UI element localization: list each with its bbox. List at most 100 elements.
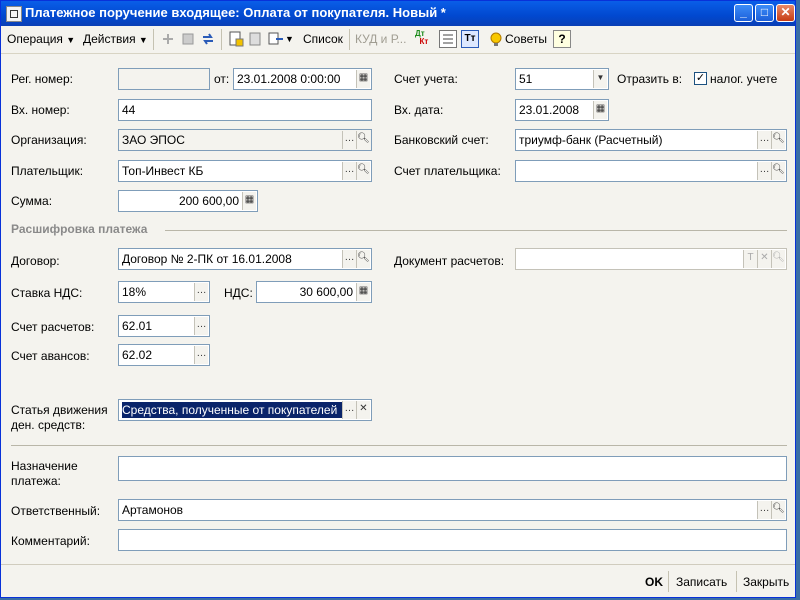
payer-value: Топ-Инвест КБ (122, 164, 204, 178)
list-button[interactable]: Список (303, 31, 343, 48)
payer-field[interactable]: Топ-Инвест КБ … 🔍︎ (118, 160, 372, 182)
footer: OK Записать Закрыть (1, 564, 795, 598)
select-ellipsis-icon[interactable]: … (757, 162, 771, 180)
close-form-button[interactable]: Закрыть (743, 572, 789, 592)
calendar-icon[interactable]: ▦ (356, 70, 370, 88)
responsible-field[interactable]: Артамонов … 🔍︎ (118, 499, 787, 521)
advance-account-field[interactable]: 62.02 … (118, 344, 210, 366)
responsible-value: Артамонов (122, 503, 184, 517)
settlement-doc-label: Документ расчетов: (394, 254, 505, 268)
bank-account-field[interactable]: триумф-банк (Расчетный) … 🔍︎ (515, 129, 787, 151)
advance-account-label: Счет авансов: (11, 349, 90, 363)
post-document-icon[interactable] (227, 30, 245, 48)
vat-value: 30 600,00 (299, 285, 353, 299)
refresh-icon[interactable] (199, 30, 217, 48)
payer-label: Плательщик: (11, 164, 84, 178)
date-from-field[interactable]: 23.01.2008 0:00:00 ▦ (233, 68, 372, 90)
select-ellipsis-icon[interactable]: … (342, 250, 356, 268)
window-title: Платежное поручение входящее: Оплата от … (25, 5, 446, 20)
settlement-account-value: 62.01 (122, 319, 153, 333)
search-icon[interactable]: 🔍︎ (356, 131, 370, 149)
in-date-value: 23.01.2008 (519, 103, 580, 117)
organization-label: Организация: (11, 133, 87, 147)
sum-field[interactable]: 200 600,00 ▦ (118, 190, 258, 212)
copy-icon[interactable] (179, 30, 197, 48)
advance-account-value: 62.02 (122, 348, 153, 362)
chevron-down-icon[interactable]: ▼ (593, 70, 607, 88)
cash-flow-label-line1: Статья движения (11, 403, 108, 417)
cash-flow-field[interactable]: Средства, полученные от покупателей … ✕ (118, 399, 372, 421)
contract-value: Договор № 2-ПК от 16.01.2008 (122, 252, 292, 266)
close-button[interactable]: ✕ (776, 4, 795, 22)
minimize-button[interactable]: _ (734, 4, 753, 22)
document-icon (6, 6, 22, 22)
help-icon[interactable]: ? (553, 30, 571, 48)
title-bar[interactable]: Платежное поручение входящее: Оплата от … (1, 1, 795, 26)
select-ellipsis-icon[interactable]: … (194, 317, 208, 335)
tips-button[interactable]: Советы (505, 31, 547, 48)
tax-accounting-checkbox[interactable]: ✓ (694, 72, 707, 85)
vat-rate-value: 18% (122, 285, 147, 299)
movements-icon[interactable] (267, 30, 285, 48)
dropdown-arrow-icon: ▼ (138, 35, 148, 45)
search-icon[interactable]: 🔍︎ (771, 131, 785, 149)
responsible-label: Ответственный: (11, 504, 101, 518)
select-ellipsis-icon[interactable]: … (757, 501, 771, 519)
search-icon[interactable]: 🔍︎ (771, 250, 785, 268)
vat-rate-label: Ставка НДС: (11, 286, 83, 300)
actions-menu[interactable]: Действия ▼ (83, 31, 148, 48)
clear-icon[interactable]: ✕ (757, 250, 771, 268)
account-label: Счет учета: (394, 72, 458, 86)
print-dropdown-arrow-icon[interactable]: ▼ (285, 31, 294, 48)
search-icon[interactable]: 🔍︎ (771, 162, 785, 180)
clear-icon[interactable]: ✕ (356, 401, 370, 419)
report-icon[interactable] (439, 30, 457, 48)
in-date-label: Вх. дата: (394, 103, 444, 117)
bank-account-label: Банковский счет: (394, 133, 489, 147)
search-icon[interactable]: 🔍︎ (771, 501, 785, 519)
select-ellipsis-icon[interactable]: … (194, 283, 208, 301)
settlement-doc-field[interactable]: T ✕ 🔍︎ (515, 248, 787, 270)
calendar-icon[interactable]: ▦ (593, 101, 607, 119)
kudir-button[interactable]: КУД и Р... (355, 31, 406, 48)
dt-kt-icon[interactable]: Дт Кт (415, 30, 433, 48)
cash-flow-label-line2: ден. средств: (11, 418, 86, 432)
divider (11, 445, 787, 446)
save-button[interactable]: Записать (676, 572, 727, 592)
in-number-field[interactable]: 44 (118, 99, 372, 121)
select-ellipsis-icon[interactable]: … (194, 346, 208, 364)
search-icon[interactable]: 🔍︎ (356, 250, 370, 268)
print-icon[interactable] (247, 30, 265, 48)
select-ellipsis-icon[interactable]: … (757, 131, 771, 149)
operation-menu[interactable]: Операция ▼ (7, 31, 75, 48)
comment-field[interactable] (118, 529, 787, 551)
reg-number-field[interactable] (118, 68, 210, 90)
account-field[interactable]: 51 ▼ (515, 68, 609, 90)
purpose-field[interactable] (118, 456, 787, 481)
organization-field[interactable]: ЗАО ЭПОС … 🔍︎ (118, 129, 372, 151)
document-window: Платежное поручение входящее: Оплата от … (0, 0, 796, 598)
contract-field[interactable]: Договор № 2-ПК от 16.01.2008 … 🔍︎ (118, 248, 372, 270)
cash-flow-value: Средства, полученные от покупателей (122, 402, 344, 418)
calculator-icon[interactable]: ▦ (356, 283, 370, 301)
select-ellipsis-icon[interactable]: … (342, 401, 356, 419)
payer-account-field[interactable]: … 🔍︎ (515, 160, 787, 182)
in-date-field[interactable]: 23.01.2008 ▦ (515, 99, 609, 121)
vat-field[interactable]: 30 600,00 ▦ (256, 281, 372, 303)
search-icon[interactable]: 🔍︎ (356, 162, 370, 180)
purpose-label-line2: платежа: (11, 474, 61, 488)
calculator-icon[interactable]: ▦ (242, 192, 256, 210)
comment-label: Комментарий: (11, 534, 90, 548)
vat-label: НДС: (224, 286, 253, 300)
settlement-account-field[interactable]: 62.01 … (118, 315, 210, 337)
ok-button[interactable]: OK (645, 572, 663, 592)
select-ellipsis-icon[interactable]: … (342, 131, 356, 149)
vat-rate-field[interactable]: 18% … (118, 281, 210, 303)
bank-account-value: триумф-банк (Расчетный) (519, 133, 663, 147)
text-format-icon[interactable]: Тт (461, 30, 479, 48)
tips-lamp-icon[interactable] (487, 30, 505, 48)
maximize-button[interactable]: □ (755, 4, 774, 22)
select-ellipsis-icon[interactable]: … (342, 162, 356, 180)
type-icon[interactable]: T (743, 250, 757, 268)
based-on-icon[interactable] (159, 30, 177, 48)
